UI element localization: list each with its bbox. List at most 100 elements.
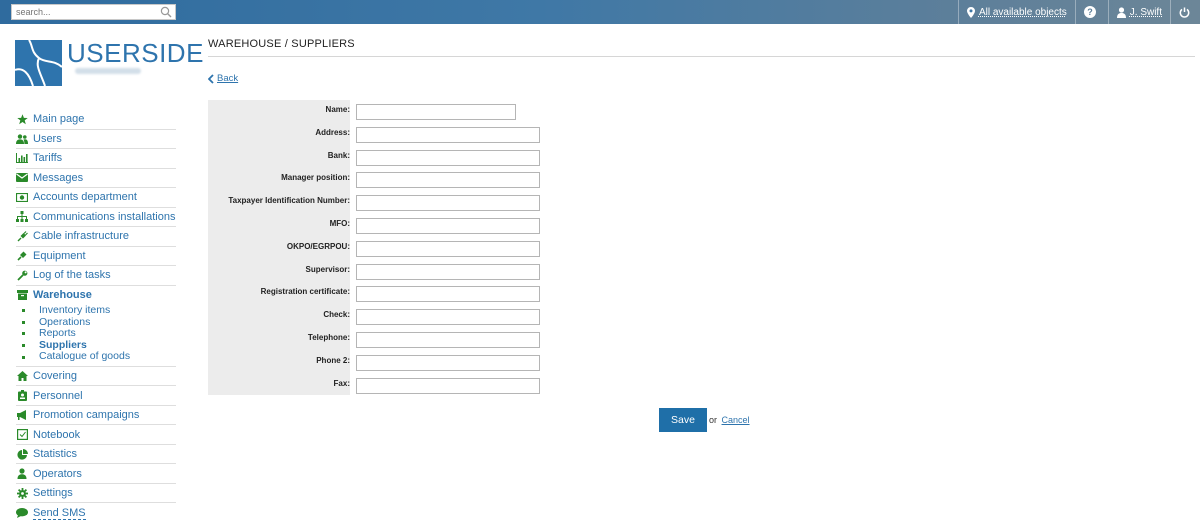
fax-field[interactable] (356, 377, 540, 394)
sidebar-item-cable-infrastructure[interactable]: Cable infrastructure (16, 227, 176, 247)
back-link-label: Back (217, 73, 239, 84)
logo-tagline (75, 68, 141, 74)
objects-selector[interactable]: All available objects (957, 0, 1075, 24)
form-row-check: Check: (208, 308, 548, 326)
star-icon (16, 113, 28, 125)
okpo-field[interactable] (356, 240, 540, 257)
check-field[interactable] (356, 309, 540, 326)
help-button[interactable]: ? (1074, 0, 1108, 24)
registration-certificate-field[interactable] (356, 286, 540, 303)
warehouse-submenu: Inventory items Operations Reports Suppl… (16, 304, 176, 367)
address-field[interactable] (356, 126, 540, 143)
search-box[interactable] (11, 4, 176, 20)
sidebar-item-covering[interactable]: Covering (16, 367, 176, 387)
svg-text:?: ? (1087, 7, 1093, 17)
sidebar-item-label: Main page (33, 113, 85, 126)
sidebar-item-label: Personnel (33, 389, 83, 402)
field-label: Phone 2: (316, 355, 350, 365)
sidebar-item-statistics[interactable]: Statistics (16, 445, 176, 465)
form-row-address: Address: (208, 126, 548, 143)
sidebar-item-tariffs[interactable]: Tariffs (16, 149, 176, 169)
form-row-supervisor: Supervisor: (208, 263, 548, 280)
or-text: or (709, 415, 718, 425)
chart-icon (16, 152, 28, 164)
submenu-item-inventory-items[interactable]: Inventory items (22, 304, 176, 317)
sidebar-item-personnel[interactable]: Personnel (16, 386, 176, 406)
sidebar-item-notebook[interactable]: Notebook (16, 425, 176, 445)
sidebar: Main page Users Tariffs Messages Account… (16, 110, 176, 522)
sidebar-item-label: Warehouse (33, 289, 92, 302)
field-label: Registration certificate: (260, 287, 350, 297)
sidebar-item-main-page[interactable]: Main page (16, 110, 176, 130)
phone-2-field[interactable] (356, 354, 540, 371)
form-row-manager-position: Manager position: (208, 171, 548, 189)
logo-mark-icon (14, 39, 63, 87)
sitemap-icon (16, 211, 28, 223)
sidebar-item-label: Notebook (33, 428, 81, 441)
power-icon (1179, 7, 1190, 18)
sidebar-item-accounts-department[interactable]: Accounts department (16, 188, 176, 208)
sidebar-item-label: Messages (33, 171, 84, 184)
sidebar-item-send-sms[interactable]: Send SMS (16, 503, 176, 522)
sidebar-item-messages[interactable]: Messages (16, 169, 176, 188)
sidebar-item-warehouse[interactable]: Warehouse (16, 286, 176, 306)
envelope-icon (16, 172, 28, 184)
plug-icon (16, 250, 28, 262)
sidebar-item-log-of-the-tasks[interactable]: Log of the tasks (16, 266, 176, 286)
field-label: Check: (323, 310, 350, 320)
mfo-field[interactable] (356, 218, 540, 234)
map-marker-icon (966, 6, 975, 18)
field-label: Manager position: (281, 173, 350, 183)
field-label: Fax: (333, 378, 350, 388)
sidebar-item-users[interactable]: Users (16, 130, 176, 149)
chat-icon (16, 507, 28, 519)
search-icon[interactable] (160, 6, 172, 18)
form-row-okpo: OKPO/EGRPOU: (208, 240, 548, 257)
sidebar-item-equipment[interactable]: Equipment (16, 247, 176, 266)
help-icon: ? (1083, 6, 1096, 18)
sidebar-item-label: Operators (33, 467, 82, 480)
supervisor-field[interactable] (356, 263, 540, 280)
save-button[interactable]: Save (659, 408, 707, 432)
plug-icon (16, 230, 28, 242)
pie-icon (16, 448, 28, 460)
search-input[interactable] (12, 5, 152, 19)
form-row-fax: Fax: (208, 377, 548, 394)
manager-position-field[interactable] (356, 172, 540, 189)
telephone-field[interactable] (356, 332, 540, 348)
taxpayer-id-field[interactable] (356, 195, 540, 212)
operator-icon (16, 468, 28, 480)
field-label: Taxpayer Identification Number: (228, 196, 350, 206)
form-row-taxpayer-id: Taxpayer Identification Number: (208, 194, 548, 212)
sidebar-item-label: Users (33, 132, 62, 145)
field-label: Telephone: (307, 333, 350, 342)
money-icon (16, 191, 28, 203)
user-menu[interactable]: J. Swift (1107, 0, 1170, 24)
sidebar-item-promotion-campaigns[interactable]: Promotion campaigns (16, 406, 176, 426)
bank-field[interactable] (356, 149, 540, 166)
objects-link[interactable]: All available objects (979, 7, 1067, 18)
logo[interactable]: USERSIDE (14, 38, 203, 88)
submenu-item-catalogue-of-goods[interactable]: Catalogue of goods (22, 351, 176, 363)
user-link[interactable]: J. Swift (1130, 7, 1162, 18)
top-bar: All available objects ? J. Swift (0, 0, 1200, 24)
home-icon (16, 370, 28, 382)
sidebar-item-communications-installations[interactable]: Communications installations (16, 208, 176, 227)
form-row-bank: Bank: (208, 149, 548, 166)
users-icon (16, 133, 28, 145)
page-title: WAREHOUSE / SUPPLIERS (208, 38, 355, 50)
sidebar-item-settings[interactable]: Settings (16, 484, 176, 504)
sidebar-item-operators[interactable]: Operators (16, 464, 176, 484)
name-field[interactable] (356, 104, 516, 120)
chevron-left-icon (208, 73, 214, 84)
cancel-link[interactable]: Cancel (722, 415, 750, 425)
title-divider (208, 56, 1195, 57)
sidebar-item-label: Send SMS (33, 506, 86, 520)
back-link[interactable]: Back (208, 73, 238, 84)
sidebar-item-label: Covering (33, 370, 78, 383)
logout-button[interactable] (1170, 0, 1200, 24)
sidebar-item-label: Communications installations (33, 210, 176, 223)
sidebar-item-label: Cable infrastructure (33, 230, 129, 243)
field-label: Supervisor: (305, 264, 350, 274)
sidebar-item-label: Promotion campaigns (33, 409, 140, 422)
